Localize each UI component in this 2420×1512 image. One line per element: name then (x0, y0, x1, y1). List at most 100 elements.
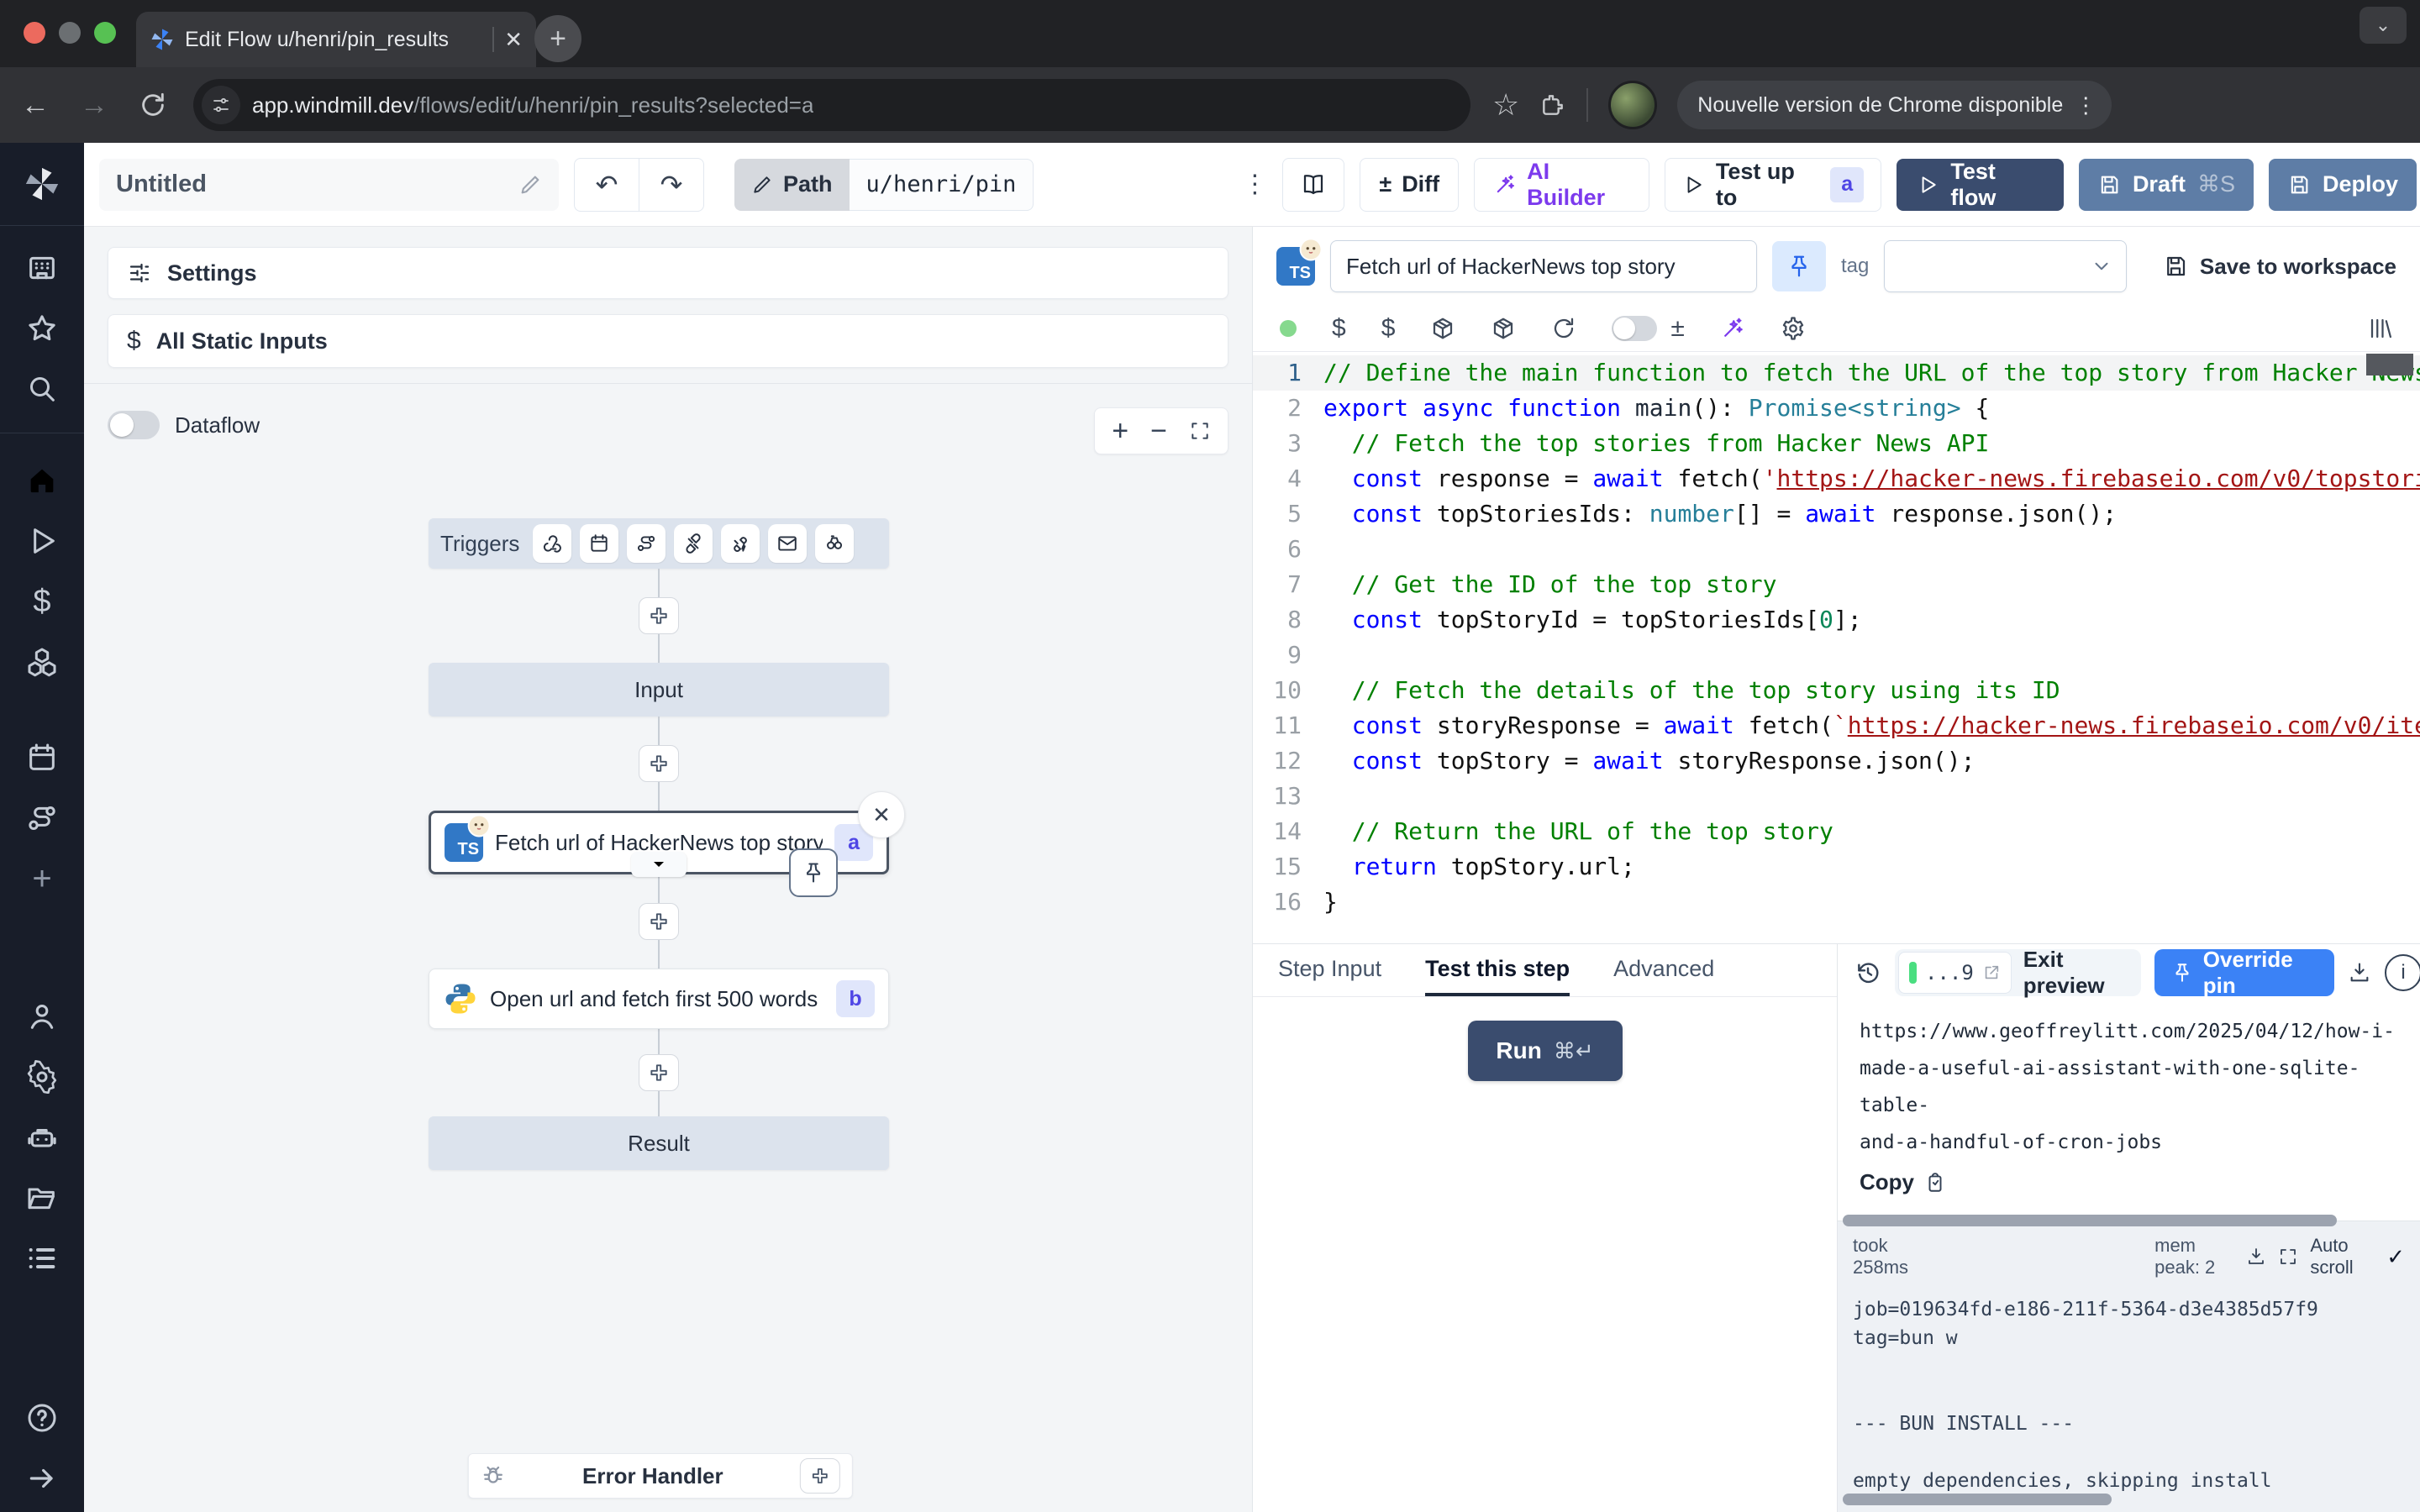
remove-step-button[interactable]: ✕ (858, 791, 905, 838)
path-value[interactable]: u/henri/pin (850, 159, 1034, 211)
tab-test-this-step[interactable]: Test this step (1425, 944, 1570, 996)
sidebar-item-home[interactable] (24, 462, 60, 499)
add-error-handler-button[interactable] (800, 1458, 840, 1494)
test-up-to-button[interactable]: Test up to a (1665, 158, 1882, 212)
close-tab-icon[interactable]: ✕ (504, 27, 523, 53)
docs-book-button[interactable] (1282, 158, 1344, 212)
input-node[interactable]: Input (429, 663, 889, 717)
code-line[interactable]: 9 (1253, 638, 2420, 673)
undo-button[interactable]: ↶ (574, 158, 639, 212)
step-node-b[interactable]: Open url and fetch first 500 words of ..… (429, 969, 889, 1029)
external-link-icon[interactable] (1982, 963, 2001, 982)
webhook-icon[interactable] (533, 524, 571, 563)
sidebar-item-settings[interactable] (24, 1058, 60, 1095)
chevron-down-icon[interactable] (631, 852, 687, 877)
job-badge[interactable]: ...9 (1898, 952, 2012, 994)
sidebar-item-groups[interactable] (24, 1240, 60, 1277)
flow-settings-row[interactable]: Settings (108, 247, 1228, 299)
chrome-menu-icon[interactable]: ⋮ (2075, 92, 2096, 118)
sidebar-item-folders[interactable] (24, 1179, 60, 1216)
download-logs-icon[interactable] (2246, 1247, 2266, 1267)
poll-icon[interactable] (815, 524, 854, 563)
run-button[interactable]: Run ⌘↵ (1468, 1021, 1623, 1081)
sidebar-item-workspace[interactable] (24, 249, 60, 286)
step-summary-input[interactable]: Fetch url of HackerNews top story (1330, 240, 1757, 292)
clipboard-icon[interactable] (1924, 1172, 1946, 1194)
result-node[interactable]: Result (429, 1116, 889, 1170)
library-icon[interactable] (2368, 316, 2393, 341)
code-line[interactable]: 13 (1253, 779, 2420, 814)
minimize-window-button[interactable] (59, 22, 81, 44)
result-url[interactable]: https://www.geoffreylitt.com/2025/04/12/… (1838, 1001, 2420, 1161)
diff-button[interactable]: ±Diff (1360, 158, 1459, 212)
websocket-icon[interactable] (674, 524, 713, 563)
code-line[interactable]: 3 // Fetch the top stories from Hacker N… (1253, 426, 2420, 461)
windmill-logo[interactable] (23, 165, 61, 203)
code-line[interactable]: 7 // Get the ID of the top story (1253, 567, 2420, 602)
dataflow-toggle[interactable] (108, 411, 160, 439)
sidebar-item-routes[interactable] (24, 800, 60, 837)
sidebar-item-user[interactable] (24, 998, 60, 1035)
code-line[interactable]: 15 return topStory.url; (1253, 849, 2420, 885)
add-step-button[interactable] (639, 597, 679, 634)
override-pin-button[interactable]: Override pin (2154, 949, 2334, 996)
edit-name-pencil-icon[interactable] (518, 173, 542, 197)
test-flow-button[interactable]: Test flow (1897, 159, 2064, 211)
flow-name-field[interactable]: Untitled (99, 159, 559, 211)
sidebar-item-help[interactable] (24, 1399, 60, 1436)
code-line[interactable]: 5 const topStoriesIds: number[] = await … (1253, 496, 2420, 532)
flow-graph[interactable]: Dataflow + − Triggers (84, 383, 1252, 1512)
ai-builder-button[interactable]: AI Builder (1474, 158, 1649, 212)
code-line[interactable]: 6 (1253, 532, 2420, 567)
gear-icon[interactable] (1781, 316, 1806, 341)
code-line[interactable]: 10 // Fetch the details of the top story… (1253, 673, 2420, 708)
deploy-button[interactable]: Deploy (2269, 159, 2417, 211)
auto-scroll-checkbox[interactable]: ✓ (2386, 1244, 2405, 1270)
code-line[interactable]: 4 const response = await fetch('https://… (1253, 461, 2420, 496)
add-step-button[interactable] (639, 745, 679, 782)
route-icon[interactable] (627, 524, 666, 563)
diff-mode-toggle[interactable] (1612, 316, 1657, 341)
copy-row[interactable]: Copy (1838, 1161, 2420, 1204)
redo-button[interactable]: ↷ (639, 158, 704, 212)
log-scrollbar-horizontal[interactable] (1843, 1494, 2112, 1505)
tag-select[interactable] (1884, 240, 2127, 292)
extensions-icon[interactable] (1539, 92, 1566, 118)
zoom-in-button[interactable]: + (1112, 415, 1128, 448)
schedule-icon[interactable] (580, 524, 618, 563)
error-handler-node[interactable]: Error Handler (468, 1453, 853, 1499)
exit-preview-button[interactable]: Exit preview (2023, 947, 2138, 999)
site-settings-icon[interactable] (202, 86, 240, 124)
fit-view-button[interactable] (1189, 420, 1211, 442)
email-icon[interactable] (768, 524, 807, 563)
sidebar-item-variables[interactable]: $ (24, 583, 60, 620)
sidebar-item-search[interactable] (24, 370, 60, 407)
reload-icon[interactable] (1551, 316, 1576, 341)
variables-icon[interactable]: $ (1332, 314, 1346, 343)
forward-button[interactable]: → (76, 89, 113, 122)
browser-tab[interactable]: Edit Flow u/henri/pin_results ✕ (136, 12, 536, 67)
save-to-workspace-button[interactable]: Save to workspace (2163, 254, 2396, 280)
bookmark-star-icon[interactable]: ☆ (1492, 87, 1519, 123)
add-step-button[interactable] (639, 903, 679, 940)
scroll-marker[interactable] (2366, 354, 2413, 375)
history-icon[interactable] (1854, 959, 1881, 986)
log-scrollbar-horizontal[interactable] (1843, 1215, 2337, 1226)
tab-advanced[interactable]: Advanced (1613, 944, 1714, 996)
sidebar-collapse-icon[interactable] (24, 1460, 60, 1497)
zoom-window-button[interactable] (94, 22, 116, 44)
pin-button[interactable] (1772, 241, 1826, 291)
static-inputs-row[interactable]: $ All Static Inputs (108, 314, 1228, 368)
code-line[interactable]: 14 // Return the URL of the top story (1253, 814, 2420, 849)
package-icon[interactable] (1430, 316, 1455, 341)
sidebar-item-favorites[interactable] (24, 310, 60, 347)
chrome-chevron-button[interactable]: ⌄ (2360, 7, 2407, 44)
code-line[interactable]: 16} (1253, 885, 2420, 920)
code-line[interactable]: 1// Define the main function to fetch th… (1253, 355, 2420, 391)
sidebar-item-schedules[interactable] (24, 739, 60, 776)
ai-assistant-icon[interactable] (1720, 316, 1745, 341)
draft-button[interactable]: Draft ⌘S (2079, 159, 2254, 211)
code-line[interactable]: 2export async function main(): Promise<s… (1253, 391, 2420, 426)
expand-logs-icon[interactable] (2278, 1247, 2298, 1267)
pinned-result-icon[interactable] (789, 848, 838, 897)
